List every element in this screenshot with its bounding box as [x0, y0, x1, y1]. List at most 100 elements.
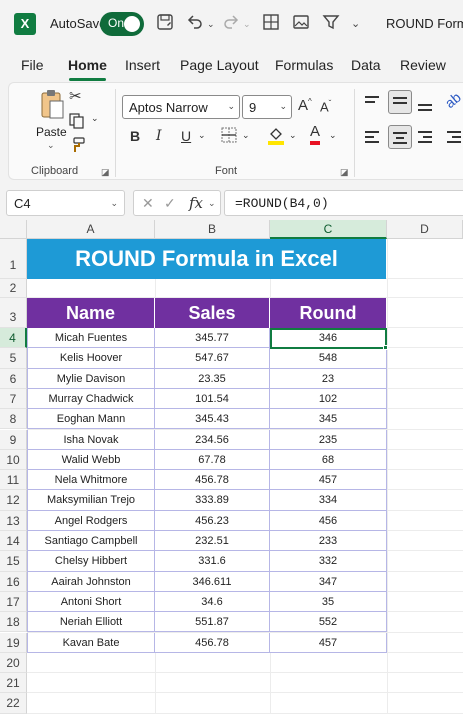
round-cell[interactable]: 347: [270, 571, 387, 592]
row-header-16[interactable]: 16: [0, 571, 27, 592]
round-cell[interactable]: 332: [270, 551, 387, 572]
insert-function-button[interactable]: fx: [189, 194, 203, 212]
sales-cell[interactable]: 34.6: [155, 591, 270, 613]
round-cell[interactable]: 68: [270, 449, 387, 471]
font-launcher-icon[interactable]: ◪: [340, 167, 349, 178]
fill-handle[interactable]: [383, 345, 388, 350]
sales-cell[interactable]: 345.77: [155, 328, 270, 349]
borders-dropdown-icon[interactable]: ⌄: [242, 130, 250, 141]
name-cell[interactable]: Maksymilian Trejo: [27, 490, 155, 511]
redo-icon[interactable]: [222, 13, 240, 36]
decrease-font-size-button[interactable]: Aˇ: [320, 99, 331, 114]
round-cell[interactable]: 235: [270, 429, 387, 450]
indent-icon[interactable]: [447, 131, 461, 146]
row-header-19[interactable]: 19: [0, 632, 27, 653]
customize-toolbar-icon[interactable]: ⌄: [351, 17, 360, 30]
round-cell[interactable]: 548: [270, 348, 387, 369]
name-cell[interactable]: Angel Rodgers: [27, 510, 155, 531]
sales-cell[interactable]: 331.6: [155, 551, 270, 572]
borders-icon[interactable]: [221, 127, 237, 147]
row-header-22[interactable]: 22: [0, 693, 27, 714]
row-header-4[interactable]: 4: [0, 328, 27, 349]
round-cell[interactable]: 102: [270, 388, 387, 410]
row-header-15[interactable]: 15: [0, 551, 27, 572]
row-header-11[interactable]: 11: [0, 470, 27, 491]
column-header-c[interactable]: C: [270, 220, 387, 239]
table-header-round[interactable]: Round: [270, 298, 387, 328]
tab-insert[interactable]: Insert: [125, 57, 160, 73]
bold-button[interactable]: B: [130, 128, 140, 144]
row-header-3[interactable]: 3: [0, 298, 27, 328]
name-cell[interactable]: Nela Whitmore: [27, 470, 155, 491]
sales-cell[interactable]: 456.23: [155, 510, 270, 531]
name-cell[interactable]: Mylie Davison: [27, 368, 155, 389]
row-header-20[interactable]: 20: [0, 652, 27, 674]
column-header-d[interactable]: D: [387, 220, 463, 239]
row-header-1[interactable]: 1: [0, 239, 27, 279]
redo-dropdown-icon[interactable]: ⌄: [243, 19, 251, 30]
copy-icon[interactable]: [69, 113, 85, 133]
font-color-button[interactable]: A: [310, 123, 321, 145]
italic-button[interactable]: I: [156, 128, 162, 144]
sales-cell[interactable]: 232.51: [155, 531, 270, 552]
clipboard-launcher-icon[interactable]: ◪: [101, 167, 110, 178]
row-header-14[interactable]: 14: [0, 531, 27, 552]
paste-icon[interactable]: [39, 89, 65, 121]
align-left-icon[interactable]: [365, 131, 379, 146]
sales-cell[interactable]: 234.56: [155, 429, 270, 450]
row-header-13[interactable]: 13: [0, 510, 27, 531]
font-size-select[interactable]: 9 ⌄: [242, 95, 292, 119]
name-cell[interactable]: Antoni Short: [27, 591, 155, 613]
function-dropdown-icon[interactable]: ⌄: [208, 198, 216, 209]
round-cell[interactable]: 35: [270, 591, 387, 613]
filter-icon[interactable]: [322, 13, 340, 36]
row-header-5[interactable]: 5: [0, 348, 27, 369]
name-box[interactable]: C4 ⌄: [6, 190, 125, 216]
middle-align-button[interactable]: [388, 90, 412, 114]
enter-icon[interactable]: ✓: [164, 195, 176, 212]
name-cell[interactable]: Chelsy Hibbert: [27, 551, 155, 572]
row-header-7[interactable]: 7: [0, 388, 27, 410]
name-cell[interactable]: Aairah Johnston: [27, 571, 155, 592]
table-header-name[interactable]: Name: [27, 298, 155, 328]
tab-page-layout[interactable]: Page Layout: [180, 57, 259, 73]
name-cell[interactable]: Micah Fuentes: [27, 328, 155, 349]
sales-cell[interactable]: 23.35: [155, 368, 270, 389]
round-cell[interactable]: 233: [270, 531, 387, 552]
name-cell[interactable]: Eoghan Mann: [27, 409, 155, 430]
row-header-2[interactable]: 2: [0, 279, 27, 298]
cancel-icon[interactable]: ✕: [142, 195, 154, 212]
row-header-8[interactable]: 8: [0, 409, 27, 430]
formula-input[interactable]: =ROUND(B4,0): [224, 190, 463, 216]
name-cell[interactable]: Kelis Hoover: [27, 348, 155, 369]
column-header-a[interactable]: A: [27, 220, 155, 239]
name-cell[interactable]: Isha Novak: [27, 429, 155, 450]
borders-icon[interactable]: [262, 13, 280, 36]
tab-file[interactable]: File: [21, 57, 44, 73]
top-align-icon[interactable]: [365, 96, 379, 111]
sales-cell[interactable]: 345.43: [155, 409, 270, 430]
tab-home[interactable]: Home: [68, 57, 107, 73]
column-header-b[interactable]: B: [155, 220, 270, 239]
tab-formulas[interactable]: Formulas: [275, 57, 333, 73]
row-header-10[interactable]: 10: [0, 449, 27, 471]
round-cell[interactable]: 457: [270, 632, 387, 653]
worksheet-grid[interactable]: A B C D 1 2 3 4 5 6 7 8 9 10 11 12 13 14 15 16 17 18 19 20 2…: [0, 220, 463, 720]
tab-review[interactable]: Review: [400, 57, 446, 73]
row-header-9[interactable]: 9: [0, 429, 27, 450]
row-header-12[interactable]: 12: [0, 490, 27, 511]
row-header-17[interactable]: 17: [0, 591, 27, 613]
undo-icon[interactable]: [186, 13, 204, 36]
font-name-select[interactable]: Aptos Narrow ⌄: [122, 95, 240, 119]
paste-button-label[interactable]: Paste: [36, 125, 67, 139]
tab-data[interactable]: Data: [351, 57, 381, 73]
sales-cell[interactable]: 346.611: [155, 571, 270, 592]
sales-cell[interactable]: 547.67: [155, 348, 270, 369]
sales-cell[interactable]: 333.89: [155, 490, 270, 511]
name-cell[interactable]: Walid Webb: [27, 449, 155, 471]
round-cell[interactable]: 457: [270, 470, 387, 491]
name-cell[interactable]: Murray Chadwick: [27, 388, 155, 410]
row-header-6[interactable]: 6: [0, 368, 27, 389]
row-header-18[interactable]: 18: [0, 612, 27, 633]
align-right-icon[interactable]: [418, 131, 432, 146]
